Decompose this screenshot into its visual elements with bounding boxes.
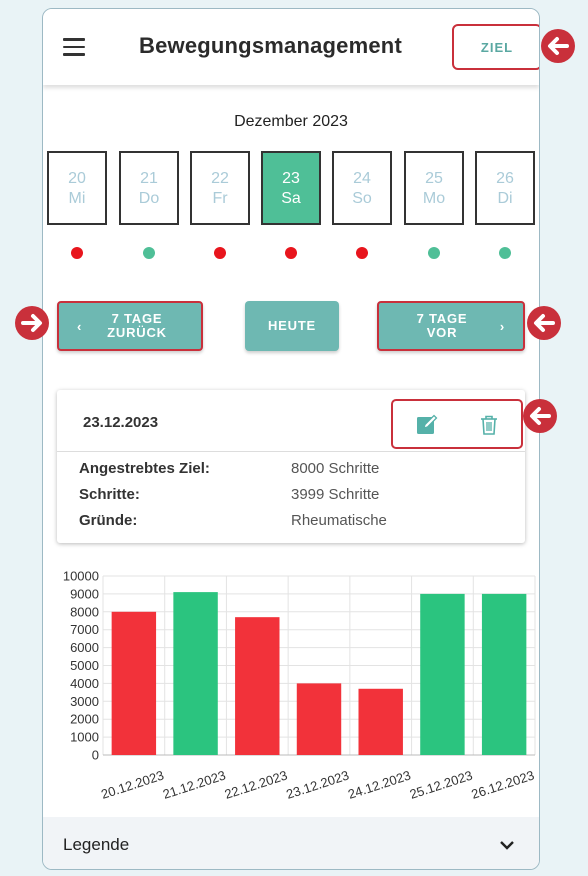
y-tick-label: 1000 [70, 730, 99, 745]
day-number: 24 [353, 170, 371, 187]
app-screen: Bewegungsmanagement ZIEL Dezember 2023 2… [42, 8, 540, 870]
day-cell-22[interactable]: 22 Fr [190, 151, 250, 225]
menu-icon[interactable] [63, 38, 85, 56]
forward-button-line1: 7 TAGE [416, 311, 468, 326]
day-number: 26 [496, 170, 514, 187]
status-dot-21 [143, 247, 155, 259]
back-button-line2: ZURÜCK [107, 325, 167, 340]
edit-icon[interactable] [415, 413, 439, 437]
bar-24.12.2023 [358, 688, 403, 755]
callout-arrow-right-icon [15, 306, 49, 340]
x-tick-label: 22.12.2023 [223, 768, 290, 802]
chevron-right-icon: › [499, 319, 505, 334]
bar-21.12.2023 [173, 592, 218, 755]
detail-row-goal: Angestrebtes Ziel: 8000 Schritte [79, 460, 379, 477]
y-tick-label: 0 [92, 748, 99, 763]
day-cell-25[interactable]: 25 Mo [404, 151, 464, 225]
app-header: Bewegungsmanagement ZIEL [43, 9, 539, 85]
x-tick-label: 21.12.2023 [161, 768, 228, 802]
x-tick-label: 24.12.2023 [346, 768, 413, 802]
detail-label: Angestrebtes Ziel: [79, 460, 210, 477]
bar-23.12.2023 [296, 683, 342, 755]
seven-days-back-button[interactable]: ‹ 7 TAGE ZURÜCK [57, 301, 203, 351]
card-header: 23.12.2023 [57, 390, 525, 452]
detail-row-reasons: Gründe: Rheumatische [79, 512, 387, 529]
day-weekday: Mi [68, 190, 86, 207]
month-label: Dezember 2023 [234, 113, 348, 130]
day-cell-24[interactable]: 24 So [332, 151, 392, 225]
day-number: 25 [425, 170, 443, 187]
callout-arrow-left-icon [523, 399, 557, 433]
y-tick-label: 3000 [70, 694, 99, 709]
bar-22.12.2023 [235, 617, 280, 755]
legend-expander[interactable]: Legende [43, 817, 539, 869]
bar-25.12.2023 [420, 593, 465, 755]
status-dot-26 [499, 247, 511, 259]
bar-20.12.2023 [111, 611, 157, 755]
day-cell-26[interactable]: 26 Di [475, 151, 535, 225]
chevron-left-icon: ‹ [77, 319, 83, 334]
x-tick-label: 23.12.2023 [284, 768, 351, 802]
y-tick-label: 7000 [70, 622, 99, 637]
x-tick-label: 20.12.2023 [99, 768, 166, 802]
y-tick-label: 8000 [70, 604, 99, 619]
day-cell-20[interactable]: 20 Mi [47, 151, 107, 225]
forward-button-line2: VOR [426, 325, 458, 340]
card-date: 23.12.2023 [83, 414, 159, 431]
day-weekday: Mo [422, 190, 446, 207]
detail-value: 3999 Schritte [291, 486, 380, 503]
y-tick-label: 4000 [70, 676, 99, 691]
detail-label: Gründe: [79, 512, 138, 529]
day-number: 20 [68, 170, 86, 187]
status-dot-20 [71, 247, 83, 259]
y-tick-label: 5000 [70, 658, 99, 673]
day-detail-card: 23.12.2023 Angestrebtes Ziel: 8000 Schrit… [57, 390, 525, 543]
detail-value: Rheumatische [291, 512, 387, 529]
day-weekday: Sa [281, 190, 301, 207]
legend-label: Legende [63, 835, 130, 854]
day-weekday: Fr [212, 190, 228, 207]
bar-26.12.2023 [481, 593, 527, 755]
day-cell-21[interactable]: 21 Do [119, 151, 179, 225]
x-tick-label: 26.12.2023 [469, 768, 536, 802]
steps-bar-chart: 0 1000 2000 3000 4000 5000 6000 7000 8000 9000 100… [63, 569, 536, 802]
status-dot-24 [356, 247, 368, 259]
back-button-line1: 7 TAGE [111, 311, 163, 326]
x-tick-label: 25.12.2023 [408, 768, 475, 802]
detail-label: Schritte: [79, 486, 140, 503]
detail-row-steps: Schritte: 3999 Schritte [79, 486, 379, 503]
today-button[interactable]: HEUTE [245, 301, 339, 351]
day-number: 23 [282, 170, 300, 187]
status-dot-23 [285, 247, 297, 259]
seven-days-forward-button[interactable]: 7 TAGE VOR › [377, 301, 525, 351]
status-dot-25 [428, 247, 440, 259]
day-weekday: Do [138, 190, 160, 207]
chevron-down-icon [500, 841, 514, 850]
status-dot-22 [214, 247, 226, 259]
callout-arrow-left-icon [541, 29, 575, 63]
y-tick-label: 9000 [70, 586, 99, 601]
day-number: 21 [140, 170, 158, 187]
y-tick-label: 2000 [70, 712, 99, 727]
y-tick-label: 6000 [70, 640, 99, 655]
day-weekday: So [352, 190, 372, 207]
goal-button[interactable]: ZIEL [452, 24, 539, 70]
page-title: Bewegungsmanagement [139, 33, 402, 58]
detail-value: 8000 Schritte [291, 460, 380, 477]
callout-arrow-left-icon [527, 306, 561, 340]
day-number: 22 [211, 170, 229, 187]
y-tick-label: 10000 [63, 569, 99, 584]
trash-icon[interactable] [477, 413, 501, 437]
card-actions [391, 399, 523, 449]
day-cell-23-selected[interactable]: 23 Sa [261, 151, 321, 225]
day-weekday: Di [497, 190, 513, 207]
